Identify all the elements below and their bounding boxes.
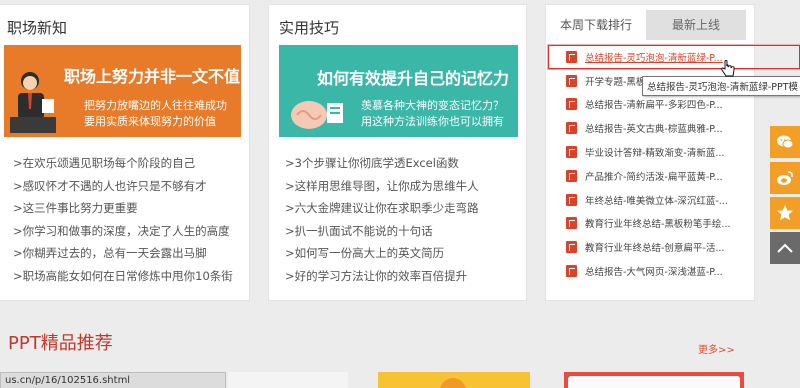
workplace-banner[interactable]: 职场上努力并非一文不值 把努力放嘴边的人往往难成功 要用实质来体现努力的价值	[4, 45, 241, 137]
ranking-card: 本周下载排行 最新上线 总结报告-灵巧泡泡-清新蓝绿-P... 开学专题-黑板 …	[545, 4, 800, 301]
ranking-item-label: 毕业设计答辩-精致渐变-清新蓝...	[585, 148, 725, 160]
favorite-button[interactable]	[770, 197, 800, 229]
back-to-top-button[interactable]	[770, 232, 800, 264]
workplace-title: 职场新知	[7, 19, 68, 37]
tips-item[interactable]: >这样用思维导图，让你成为思维牛人	[285, 178, 479, 201]
tips-item[interactable]: >如何写一份高大上的英文简历	[285, 245, 479, 268]
chat-button[interactable]	[770, 126, 800, 158]
workplace-list: >在欢乐颂遇见职场每个阶段的自己 >感叹怀才不遇的人也许只是不够有才 >这三件事…	[13, 155, 233, 291]
tips-title: 实用技巧	[279, 19, 340, 37]
brain-illustration	[291, 101, 343, 129]
workplace-item[interactable]: >这三件事比努力更重要	[13, 200, 233, 223]
tips-banner-line2: 用这种方法训练你也可以拥有	[361, 115, 504, 128]
ppt-file-icon	[566, 193, 577, 206]
workplace-banner-line2: 要用实质来体现努力的价值	[84, 115, 216, 128]
weibo-button[interactable]	[770, 162, 800, 194]
ranking-item[interactable]: 产品推介-简约活泼-扁平蓝黄-P...	[546, 164, 756, 188]
tips-item[interactable]: >好的学习方法让你的效率百倍提升	[285, 268, 479, 291]
workplace-card: 职场新知 职场上努力并非一文不值 把努力放嘴边的人往往难成功 要用实质来体现努力…	[0, 4, 250, 301]
ppt-thumbnail[interactable]	[228, 372, 348, 388]
tooltip: 总结报告-灵巧泡泡-清新蓝绿-PPT模	[642, 76, 800, 96]
ranking-item-label: 总结报告-英文古典-棕蓝典雅-P...	[585, 124, 723, 136]
tips-item[interactable]: >六大金牌建议让你在求职季少走弯路	[285, 200, 479, 223]
ranking-item-label: 教育行业年终总结-黑板粉笔手绘...	[585, 219, 731, 231]
ranking-item-label: 总结报告-清新扁平-多彩四色-P...	[585, 100, 723, 112]
ppt-file-icon	[566, 146, 577, 159]
ranking-item-label: 总结报告-灵巧泡泡-清新蓝绿-P...	[585, 52, 723, 64]
workplace-item[interactable]: >在欢乐颂遇见职场每个阶段的自己	[13, 155, 233, 178]
tips-banner-headline: 如何有效提升自己的记忆力	[317, 69, 510, 88]
weibo-icon	[777, 171, 793, 185]
tab-newest[interactable]: 最新上线	[646, 10, 746, 40]
ranking-item[interactable]: 毕业设计答辩-精致渐变-清新蓝...	[546, 140, 756, 164]
star-icon	[777, 205, 793, 221]
ranking-item-label: 教育行业年终总结-创意扁平-活...	[585, 243, 725, 255]
hand-cursor-icon	[721, 60, 735, 77]
more-link[interactable]: 更多>>	[698, 341, 735, 356]
tips-card: 实用技巧 如何有效提升自己的记忆力 羡慕各种大神的变态记忆力？ 用这种方法训练你…	[268, 4, 527, 301]
ranking-item-label: 年终总结-唯美微立体-深沉红蓝-...	[585, 195, 728, 207]
tab-weekly-downloads[interactable]: 本周下载排行	[546, 10, 646, 40]
chat-icon	[777, 135, 794, 149]
ppt-thumbnail[interactable]	[564, 372, 744, 388]
ppt-file-icon	[566, 265, 577, 278]
ppt-file-icon	[566, 122, 577, 135]
ranking-item[interactable]: 总结报告-英文古典-棕蓝典雅-P...	[546, 116, 756, 140]
tips-banner[interactable]: 如何有效提升自己的记忆力 羡慕各种大神的变态记忆力？ 用这种方法训练你也可以拥有	[279, 45, 518, 137]
tips-banner-line1: 羡慕各种大神的变态记忆力？	[361, 99, 504, 112]
workplace-banner-line1: 把努力放嘴边的人往往难成功	[84, 99, 227, 112]
workplace-item[interactable]: >你糊弄过去的，总有一天会露出马脚	[13, 245, 233, 268]
tips-item[interactable]: >3个步骤让你彻底学透Excel函数	[285, 155, 479, 178]
businessman-illustration	[10, 72, 56, 133]
workplace-banner-headline: 职场上努力并非一文不值	[64, 67, 241, 86]
ppt-file-icon	[566, 169, 577, 182]
ranking-item[interactable]: 总结报告-灵巧泡泡-清新蓝绿-P...	[548, 45, 800, 69]
ranking-item[interactable]: 教育行业年终总结-创意扁平-活...	[546, 235, 756, 259]
section-title: PPT精品推荐	[8, 333, 113, 354]
ranking-item[interactable]: 教育行业年终总结-黑板粉笔手绘...	[546, 212, 756, 236]
workplace-item[interactable]: >职场高能女如何在日常修炼中甩你10条街	[13, 268, 233, 291]
ppt-file-icon	[566, 217, 577, 230]
ranking-item[interactable]: 总结报告-大气网页-深浅湛蓝-P...	[546, 259, 756, 283]
workplace-item[interactable]: >感叹怀才不遇的人也许只是不够有才	[13, 178, 233, 201]
ppt-file-icon	[566, 98, 577, 111]
ranking-item-label: 总结报告-大气网页-深浅湛蓝-P...	[585, 267, 723, 279]
ranking-item[interactable]: 总结报告-清新扁平-多彩四色-P...	[546, 93, 756, 117]
tips-item[interactable]: >扒一扒面试不能说的十句话	[285, 223, 479, 246]
ranking-tabs: 本周下载排行 最新上线	[546, 10, 746, 40]
workplace-item[interactable]: >你学习和做事的深度，决定了人生的高度	[13, 223, 233, 246]
ppt-file-icon	[566, 74, 577, 87]
ranking-item-label: 开学专题-黑板	[585, 76, 646, 88]
ppt-thumbnail[interactable]	[378, 372, 530, 388]
status-bar-url: us.cn/p/16/102516.shtml	[0, 372, 226, 388]
ppt-file-icon	[566, 50, 577, 63]
ranking-item[interactable]: 年终总结-唯美微立体-深沉红蓝-...	[546, 188, 756, 212]
tips-list: >3个步骤让你彻底学透Excel函数 >这样用思维导图，让你成为思维牛人 >六大…	[285, 155, 479, 291]
ppt-file-icon	[566, 241, 577, 254]
chevron-up-icon	[777, 243, 793, 253]
ranking-item-label: 产品推介-简约活泼-扁平蓝黄-P...	[585, 171, 723, 183]
